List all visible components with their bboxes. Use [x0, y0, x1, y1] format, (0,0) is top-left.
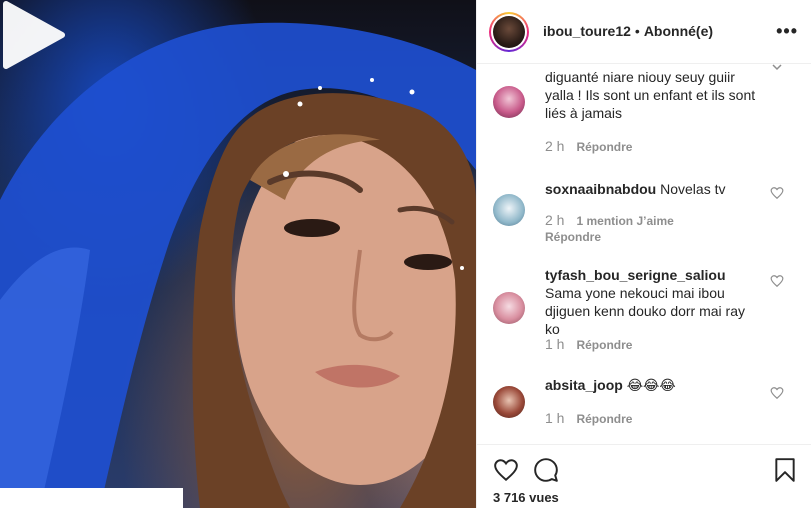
- author-avatar[interactable]: [489, 12, 529, 52]
- comment-meta: 1 h Répondre: [545, 336, 632, 352]
- post-actions: 3 716 vues: [477, 444, 811, 508]
- comment-time[interactable]: 1 h: [545, 410, 564, 426]
- reply-button[interactable]: Répondre: [576, 338, 632, 352]
- header-separator: •: [634, 23, 640, 39]
- commenter-avatar[interactable]: [493, 386, 525, 418]
- reply-button[interactable]: Répondre: [576, 412, 632, 426]
- post-header: ibou_toure12 • Abonné(e) •••: [477, 0, 811, 64]
- header-text: ibou_toure12 • Abonné(e): [543, 23, 713, 39]
- comment-text: absita_joop 😂😂😂: [545, 376, 760, 394]
- comment-meta: 2 h Répondre: [545, 138, 632, 154]
- post-side-panel: ibou_toure12 • Abonné(e) ••• diguanté niar…: [476, 0, 811, 508]
- author-avatar-image: [493, 16, 525, 48]
- bookmark-icon[interactable]: [774, 457, 796, 483]
- author-username[interactable]: ibou_toure12: [543, 23, 631, 39]
- chevron-down-icon: [772, 64, 782, 71]
- commenter-username[interactable]: soxnaaibnabdou: [545, 181, 656, 197]
- commenter-username[interactable]: absita_joop: [545, 377, 623, 393]
- video-frame: [0, 22, 476, 508]
- commenter-avatar[interactable]: [493, 194, 525, 226]
- comment-text: diguanté niare niouy seuy guiir yalla ! …: [545, 68, 760, 122]
- reply-button[interactable]: Répondre: [545, 230, 601, 244]
- reply-button[interactable]: Répondre: [576, 140, 632, 154]
- comment-icon[interactable]: [533, 457, 559, 483]
- comment-text: soxnaaibnabdou Novelas tv: [545, 180, 760, 198]
- post-video[interactable]: [0, 0, 476, 508]
- follow-status-button[interactable]: Abonné(e): [644, 23, 713, 39]
- comment-time[interactable]: 1 h: [545, 336, 564, 352]
- comment-time[interactable]: 2 h: [545, 212, 564, 228]
- comment-text-content: Sama yone nekouci mai ibou djiguen kenn …: [545, 285, 746, 337]
- comment-text-content: Novelas tv: [660, 181, 726, 197]
- comment-text: tyfash_bou_serigne_saliou Sama yone neko…: [545, 266, 760, 338]
- comments-list[interactable]: diguanté niare niouy seuy guiir yalla ! …: [477, 64, 811, 444]
- view-count[interactable]: 3 716 vues: [493, 490, 559, 505]
- heart-icon[interactable]: [770, 186, 784, 200]
- media-bottom-strip: [0, 488, 183, 508]
- comment-text-content: diguanté niare niouy seuy guiir yalla ! …: [545, 69, 756, 121]
- comment-meta: 2 h 1 mention J’aime: [545, 212, 680, 228]
- heart-icon[interactable]: [770, 386, 784, 400]
- heart-icon[interactable]: [493, 457, 519, 483]
- more-icon[interactable]: •••: [776, 22, 798, 40]
- comment-text-content: 😂😂😂: [626, 377, 676, 393]
- commenter-avatar[interactable]: [493, 292, 525, 324]
- comment-likes[interactable]: 1 mention J’aime: [576, 214, 673, 228]
- commenter-username[interactable]: tyfash_bou_serigne_saliou: [545, 267, 726, 283]
- comment-time[interactable]: 2 h: [545, 138, 564, 154]
- author-avatar-inner: [491, 14, 527, 50]
- play-icon[interactable]: [0, 0, 66, 70]
- commenter-avatar[interactable]: [493, 86, 525, 118]
- heart-icon[interactable]: [770, 274, 784, 288]
- comment-meta: 1 h Répondre: [545, 410, 632, 426]
